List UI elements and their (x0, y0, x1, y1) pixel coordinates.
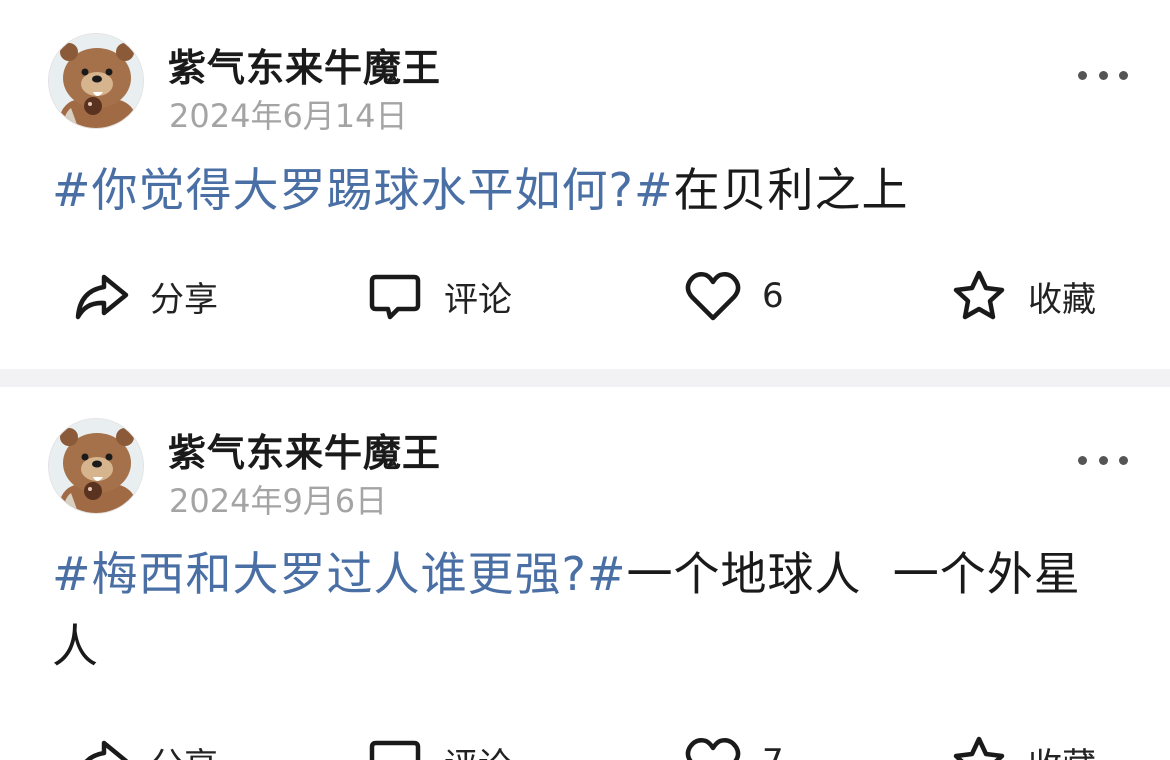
comment-button[interactable]: 评论 (366, 732, 512, 760)
star-icon (953, 270, 1005, 320)
star-icon (953, 736, 1005, 760)
dot (1119, 455, 1128, 465)
share-button[interactable]: 分享 (72, 266, 218, 326)
comment-icon (369, 740, 421, 760)
more-dots-icon[interactable] (1078, 65, 1128, 85)
dot (1078, 70, 1087, 80)
like-count: 6 (762, 276, 784, 316)
post-feed: 紫气东来牛魔王 2024年6月14日 #你觉得大罗踢球水平如何?#在贝利之上 分… (0, 0, 1170, 760)
more-dots-icon[interactable] (1078, 450, 1128, 470)
post-card: 紫气东来牛魔王 2024年6月14日 #你觉得大罗踢球水平如何?#在贝利之上 分… (0, 0, 1170, 369)
heart-icon (685, 738, 741, 760)
comment-label: 评论 (444, 279, 512, 320)
dot (1078, 455, 1087, 465)
action-bar: 分享 评论 6 收藏 (72, 266, 1112, 326)
share-label: 分享 (150, 738, 218, 760)
heart-icon (685, 272, 741, 321)
username[interactable]: 紫气东来牛魔王 (168, 422, 441, 477)
post-date: 2024年9月6日 (169, 482, 388, 520)
post-text: 在贝利之上 (673, 163, 909, 217)
share-button[interactable]: 分享 (72, 732, 218, 760)
post-card: 紫气东来牛魔王 2024年9月6日 #梅西和大罗过人谁更强?#一个地球人 一个外… (0, 387, 1170, 760)
like-count: 7 (762, 742, 784, 760)
share-icon (75, 274, 129, 320)
like-button[interactable]: 6 (684, 266, 784, 326)
post-separator (0, 369, 1170, 387)
comment-label: 评论 (444, 738, 512, 760)
bear-avatar-icon[interactable] (48, 33, 144, 129)
favorite-button[interactable]: 收藏 (950, 732, 1096, 760)
favorite-button[interactable]: 收藏 (950, 266, 1096, 326)
dot (1098, 455, 1108, 465)
hashtag-link[interactable]: #你觉得大罗踢球水平如何?# (52, 163, 674, 217)
favorite-label: 收藏 (1028, 738, 1096, 760)
share-label: 分享 (150, 279, 218, 320)
comment-icon (369, 274, 421, 320)
like-button[interactable]: 7 (684, 732, 784, 760)
comment-button[interactable]: 评论 (366, 266, 512, 326)
dot (1119, 70, 1128, 80)
hashtag-link[interactable]: #梅西和大罗过人谁更强?# (52, 547, 627, 601)
post-header: 紫气东来牛魔王 2024年6月14日 (48, 33, 1128, 135)
post-date: 2024年6月14日 (169, 97, 408, 135)
share-icon (84, 740, 129, 760)
dot (1098, 70, 1108, 80)
post-content: #你觉得大罗踢球水平如何?#在贝利之上 (52, 154, 1112, 226)
post-header: 紫气东来牛魔王 2024年9月6日 (48, 418, 1128, 520)
favorite-label: 收藏 (1028, 279, 1096, 320)
bear-avatar-icon[interactable] (48, 418, 144, 514)
post-content: #梅西和大罗过人谁更强?#一个地球人 一个外星人 (52, 538, 1112, 682)
username[interactable]: 紫气东来牛魔王 (168, 37, 441, 92)
action-bar: 分享 评论 7 收藏 (72, 732, 1112, 760)
